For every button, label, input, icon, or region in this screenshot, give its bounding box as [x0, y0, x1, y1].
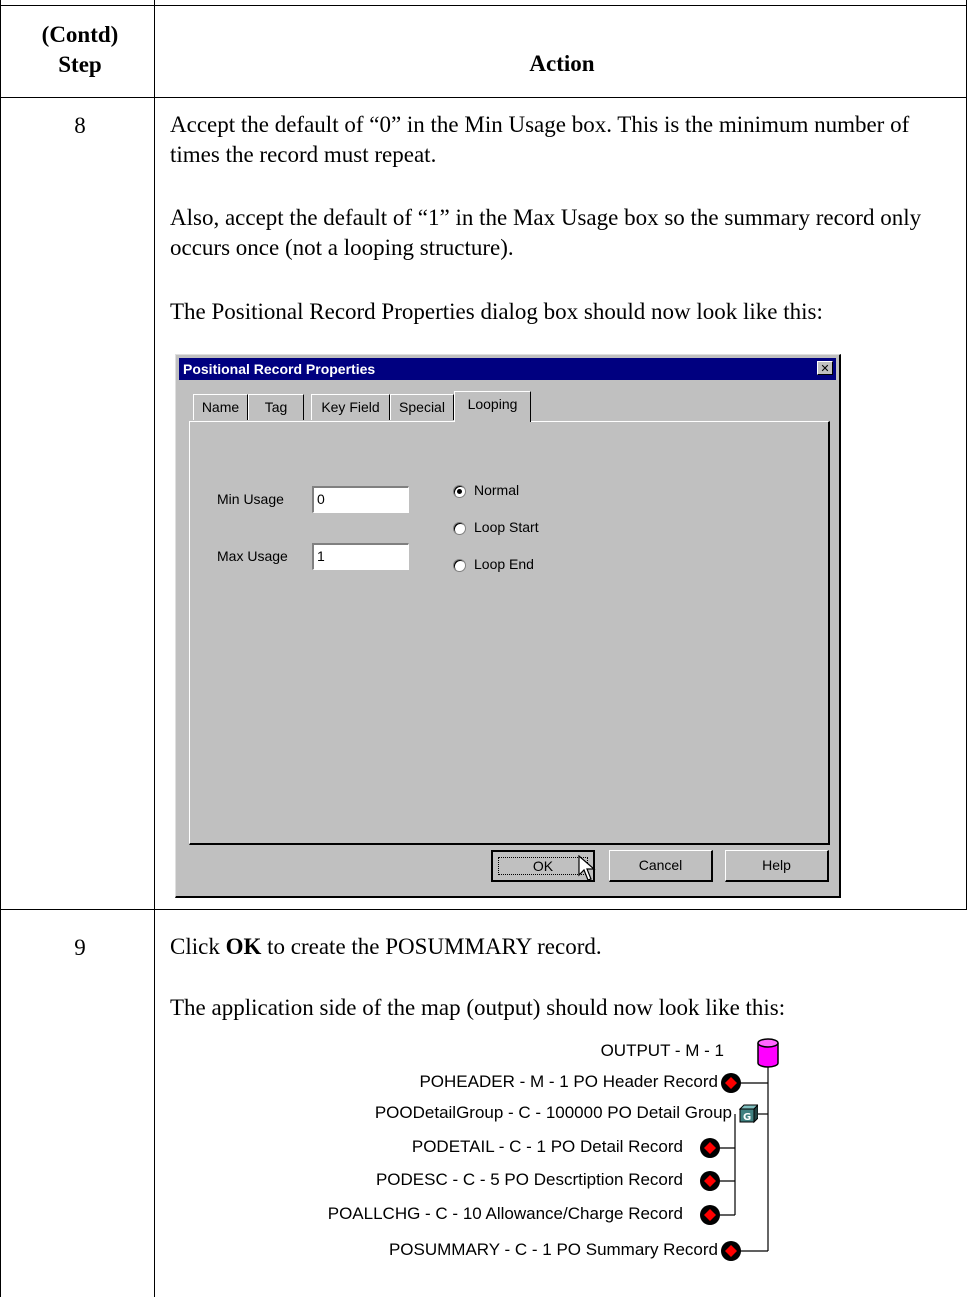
record-icon [721, 1241, 741, 1261]
record-icon [700, 1205, 720, 1225]
tab-looping[interactable]: Looping [454, 391, 531, 422]
tree-node-label: PODESC - C - 5 PO Descrtiption Record [375, 1170, 683, 1189]
tree-node[interactable]: POODetailGroup - C - 100000 PO Detail Gr… [375, 1103, 732, 1123]
tree-node-label: PODETAIL - C - 1 PO Detail Record [411, 1137, 683, 1156]
record-icon [721, 1073, 741, 1093]
tree-node[interactable]: OUTPUT - M - 1 [601, 1041, 724, 1061]
tree-node[interactable]: PODETAIL - C - 1 PO Detail Record [412, 1137, 683, 1157]
record-icon [700, 1138, 720, 1158]
tree-node[interactable]: PODESC - C - 5 PO Descrtiption Record [376, 1170, 683, 1190]
output-map-tree: OUTPUT - M - 1 POHEADER - M - 1 PO Heade… [0, 0, 968, 1297]
database-icon [757, 1038, 779, 1068]
tree-node[interactable]: POSUMMARY - C - 1 PO Summary Record [389, 1240, 718, 1260]
tree-node-label: POODetailGroup - C - 100000 PO Detail Gr… [374, 1103, 732, 1122]
group-icon: G [738, 1104, 758, 1124]
tree-node[interactable]: POHEADER - M - 1 PO Header Record [419, 1072, 718, 1092]
tree-node-label: POHEADER - M - 1 PO Header Record [419, 1072, 718, 1091]
tree-node-label: POALLCHG - C - 10 Allowance/Charge Recor… [327, 1204, 683, 1223]
tree-node-label: OUTPUT - M - 1 [600, 1041, 724, 1060]
svg-text:G: G [743, 1112, 751, 1123]
record-icon [700, 1171, 720, 1191]
tree-node[interactable]: POALLCHG - C - 10 Allowance/Charge Recor… [328, 1204, 683, 1224]
tree-node-label: POSUMMARY - C - 1 PO Summary Record [388, 1240, 718, 1259]
